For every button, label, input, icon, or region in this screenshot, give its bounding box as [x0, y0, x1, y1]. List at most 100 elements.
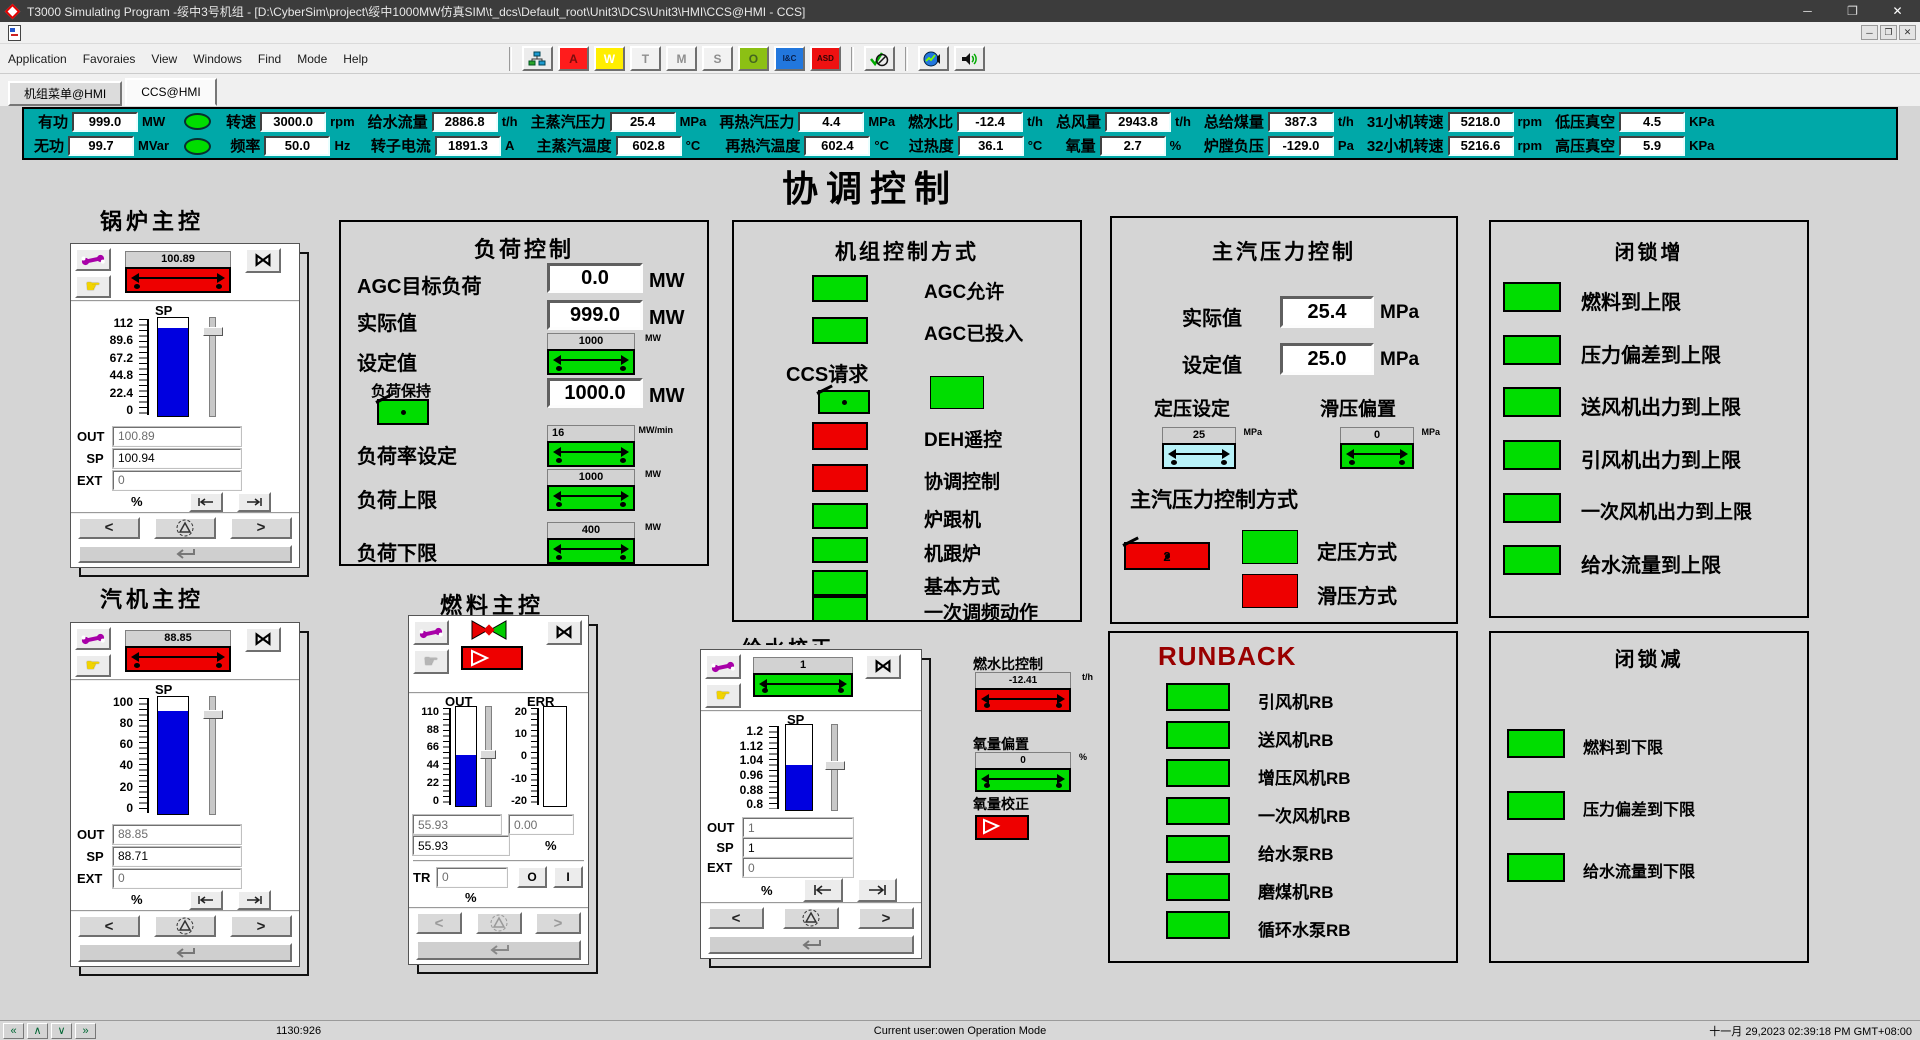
increase-button[interactable]: > [858, 907, 914, 929]
manual-mode-button[interactable]: ☛ [75, 275, 111, 298]
output-bar-widget[interactable]: 88.85 [125, 630, 231, 677]
alarm-ack-button[interactable] [783, 907, 839, 929]
tune-button[interactable] [413, 620, 449, 645]
decrease-button[interactable]: < [708, 907, 764, 929]
transfer-right-button[interactable] [237, 890, 271, 910]
load-upper-slider[interactable]: 1000 MW [547, 469, 635, 511]
alarm-ack-button[interactable] [154, 915, 216, 937]
setpoint-widget-button[interactable]: ⋈ [865, 654, 901, 679]
transfer-left-button[interactable] [189, 492, 223, 512]
confirm-button[interactable] [708, 935, 914, 954]
toolbar-a-button[interactable]: A [558, 46, 589, 71]
tune-button[interactable] [705, 654, 741, 679]
menu-favoraies[interactable]: Favoraies [75, 52, 144, 66]
fuel-water-ratio-slider[interactable]: -12.41 t/h [975, 672, 1071, 712]
alarm-ack-button[interactable] [476, 912, 522, 934]
decrease-button[interactable]: < [78, 517, 140, 539]
mdi-restore-button[interactable]: ❐ [1880, 25, 1897, 40]
decrease-button[interactable]: < [78, 915, 140, 937]
sp-field[interactable]: 88.71 [113, 847, 241, 866]
transfer-right-button[interactable] [237, 492, 271, 512]
system-tree-button[interactable] [522, 46, 553, 71]
output-bar-widget[interactable]: 100.89 [125, 251, 231, 298]
increase-button[interactable]: > [230, 915, 292, 937]
close-button[interactable]: ✕ [1875, 0, 1920, 22]
ccs-request-indicator[interactable] [930, 376, 984, 409]
mdi-close-button[interactable]: ✕ [1899, 25, 1916, 40]
confirm-button[interactable] [78, 943, 292, 962]
tune-button[interactable] [75, 627, 111, 650]
toolbar-m-button[interactable]: M [666, 46, 697, 71]
alarm-check-button[interactable] [864, 46, 895, 71]
transfer-left-button[interactable] [189, 890, 223, 910]
load-setpoint-slider[interactable]: 1000 MW [547, 333, 635, 375]
pressure-mode-selector[interactable]: 2 [1124, 542, 1210, 570]
sp-slider-handle[interactable] [203, 327, 223, 336]
menu-application[interactable]: Application [0, 52, 75, 66]
sp-slider-handle[interactable] [203, 710, 223, 719]
setpoint-widget-button[interactable]: ⋈ [546, 620, 582, 645]
o2-correction-button[interactable] [975, 815, 1029, 840]
minimize-button[interactable]: ─ [1785, 0, 1830, 22]
o2-bias-slider[interactable]: 0 % [975, 752, 1071, 792]
sp-slider[interactable] [831, 724, 838, 811]
confirm-button[interactable] [78, 545, 292, 563]
sp-slider[interactable] [485, 706, 492, 807]
sp-field[interactable]: 100.94 [113, 449, 241, 468]
sp-slider-handle[interactable] [825, 761, 845, 770]
tab-ccs-hmi[interactable]: CCS@HMI [125, 78, 217, 106]
toolbar-s-button[interactable]: S [702, 46, 733, 71]
sp-field[interactable]: 55.93 [413, 836, 509, 855]
sp-field[interactable]: 1 [743, 838, 853, 857]
increase-button[interactable]: > [230, 517, 292, 539]
fd-fan-upper-indicator [1503, 387, 1561, 417]
toolbar-w-button[interactable]: W [594, 46, 625, 71]
toolbar-t-button[interactable]: T [630, 46, 661, 71]
restore-button[interactable]: ❐ [1830, 0, 1875, 22]
sp-slider[interactable] [209, 317, 216, 417]
menu-mode[interactable]: Mode [289, 52, 335, 66]
manual-mode-button[interactable]: ☛ [705, 683, 741, 708]
bowtie-icon: ⋈ [555, 621, 574, 644]
sliding-mode-indicator [1242, 574, 1298, 608]
toolbar-o-button[interactable]: O [738, 46, 769, 71]
manual-mode-button[interactable]: ☛ [75, 654, 111, 677]
out-field: 55.93 [413, 815, 501, 834]
mdi-minimize-button[interactable]: ─ [1861, 25, 1878, 40]
menu-view[interactable]: View [143, 52, 185, 66]
ccs-request-toggle[interactable] [818, 390, 870, 414]
toolbar-asd-button[interactable]: ASD [810, 46, 841, 71]
value-box: 3000.0 [260, 112, 326, 132]
load-hold-toggle[interactable] [377, 399, 429, 425]
menu-windows[interactable]: Windows [185, 52, 250, 66]
confirm-button[interactable] [416, 940, 581, 960]
setpoint-widget-button[interactable]: ⋈ [245, 627, 281, 652]
tr-on-button[interactable]: I [553, 866, 583, 888]
transfer-left-button[interactable] [803, 878, 843, 902]
increase-button[interactable]: > [535, 912, 581, 934]
toolbar-ic-button[interactable]: I&C [774, 46, 805, 71]
load-rate-slider[interactable]: 16 MW/min [547, 425, 635, 467]
sp-slider[interactable] [209, 696, 216, 815]
bar-arrow-left-icon [197, 497, 215, 507]
strip-col-speed: 转速3000.0rpm 频率50.0Hz [226, 111, 355, 156]
speaker-button[interactable] [954, 46, 985, 71]
menu-help[interactable]: Help [335, 52, 376, 66]
setpoint-widget-button[interactable]: ⋈ [245, 248, 281, 273]
sliding-bias-slider[interactable]: 0 MPa [1340, 427, 1414, 469]
return-arrow-icon [798, 939, 824, 951]
ratio-slider-widget[interactable]: 1 [753, 657, 853, 708]
tr-off-button[interactable]: O [517, 866, 547, 888]
manual-mode-button[interactable]: ☛ [413, 649, 449, 674]
tune-button[interactable] [75, 248, 111, 271]
transfer-right-button[interactable] [857, 878, 897, 902]
bar-arrow-right-icon [245, 497, 263, 507]
decrease-button[interactable]: < [416, 912, 462, 934]
sp-slider-handle[interactable] [480, 750, 496, 759]
tab-unit-menu[interactable]: 机组菜单@HMI [8, 81, 122, 106]
alarm-ack-button[interactable] [154, 517, 216, 539]
load-lower-slider[interactable]: 400 MW [547, 522, 635, 564]
menu-find[interactable]: Find [250, 52, 289, 66]
fixed-pressure-slider[interactable]: 25 MPa [1162, 427, 1236, 469]
trend-sound-button[interactable] [918, 46, 949, 71]
